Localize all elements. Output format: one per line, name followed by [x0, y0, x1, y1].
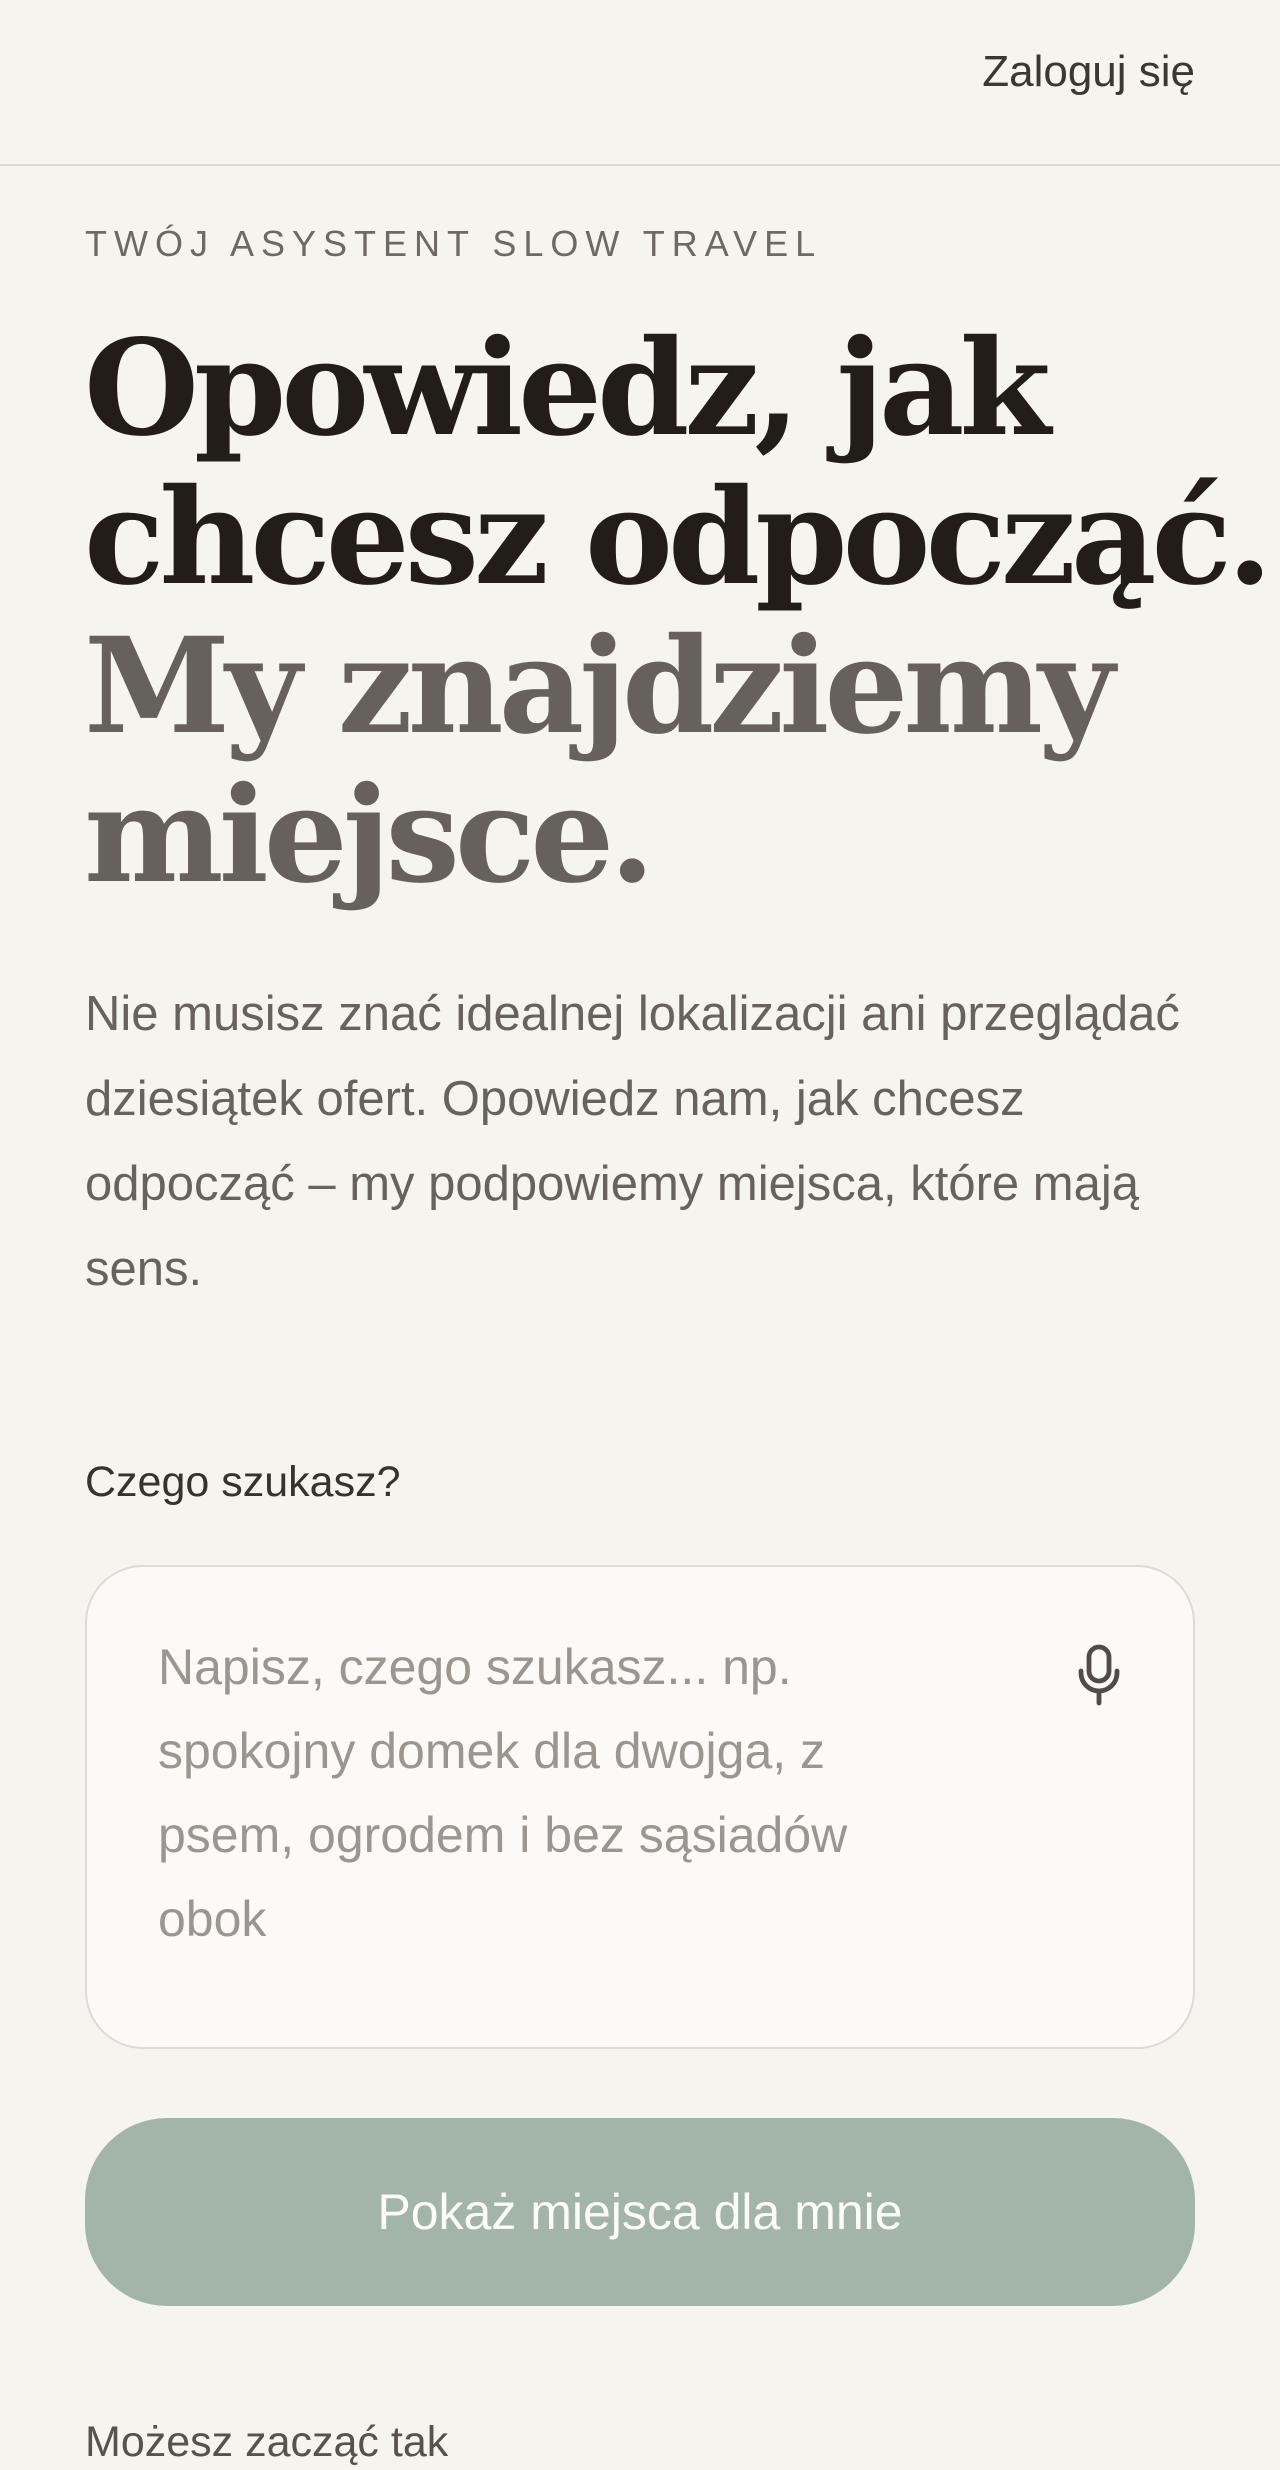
- microphone-icon: [1078, 1644, 1120, 1706]
- headline-line-2: chcesz odpocząć.: [84, 460, 1273, 615]
- voice-input-button[interactable]: [1071, 1641, 1127, 1709]
- search-label: Czego szukasz?: [85, 1458, 401, 1506]
- top-navigation: Zaloguj się: [0, 0, 1280, 166]
- hero-description: Nie musisz znać idealnej lokalizacji ani…: [85, 987, 1180, 1296]
- search-input[interactable]: [158, 1625, 958, 1985]
- login-link[interactable]: Zaloguj się: [982, 44, 1195, 100]
- hero-headline: Opowiedz, jak chcesz odpocząć. My znajdz…: [84, 311, 1273, 913]
- headline-line-4: miejsce.: [84, 758, 655, 913]
- headline-line-3: My znajdziemy: [84, 609, 1115, 764]
- suggestions-label: Możesz zacząć tak: [85, 2418, 449, 2466]
- show-places-button[interactable]: Pokaż miejsca dla mnie: [85, 2118, 1195, 2306]
- search-box: [85, 1565, 1195, 2049]
- hero-eyebrow: TWÓJ ASYSTENT SLOW TRAVEL: [85, 223, 823, 264]
- headline-line-1: Opowiedz, jak: [84, 311, 1051, 466]
